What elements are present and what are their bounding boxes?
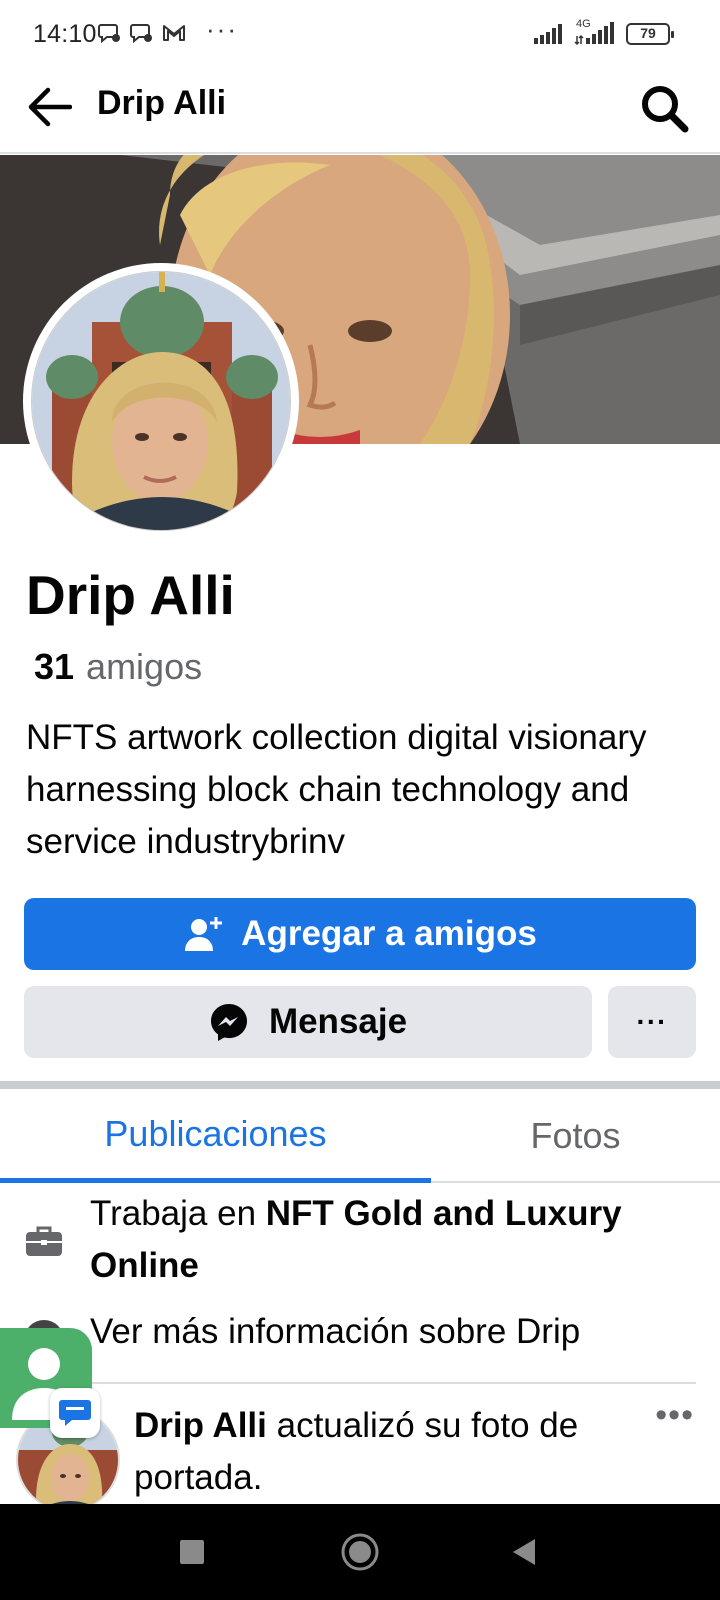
battery-icon: 79 [626, 23, 674, 45]
add-friend-icon [185, 917, 223, 951]
profile-bio: NFTS artwork collection digital visionar… [26, 718, 647, 861]
message-label: Mensaje [268, 1002, 408, 1041]
friends-number: 31 [34, 646, 75, 687]
post-header: Drip Alli actualizó su foto de portada. … [0, 1386, 720, 1504]
square-icon [180, 1540, 204, 1564]
signal-icon [534, 24, 562, 44]
tab-photos[interactable]: Fotos [431, 1089, 720, 1183]
recent-apps-button[interactable] [170, 1530, 214, 1574]
status-time: 14:10 [33, 20, 97, 48]
briefcase-icon [26, 1226, 62, 1256]
network-type: 4G [576, 18, 591, 30]
messenger-icon [210, 1004, 247, 1041]
system-nav-bar [0, 1504, 720, 1600]
add-friend-button[interactable]: Agregar a amigos [24, 898, 696, 970]
tab-posts[interactable]: Publicaciones [0, 1089, 431, 1183]
app-header: Drip Alli [0, 66, 720, 154]
network-signal-icon: 4G [574, 18, 616, 46]
system-icons: 4G 79 [534, 18, 674, 46]
friends-count[interactable]: 31 amigos [34, 646, 202, 688]
profile-avatar[interactable] [23, 263, 299, 539]
search-button[interactable] [634, 78, 694, 138]
home-circle-icon [341, 1533, 379, 1571]
message-button[interactable]: Mensaje [24, 986, 592, 1058]
more-info-row[interactable]: Ver más información sobre Drip [0, 1306, 720, 1382]
back-button[interactable] [22, 80, 76, 134]
post-options-button[interactable]: ••• [655, 1396, 694, 1435]
back-nav-button[interactable] [502, 1530, 546, 1574]
header-title: Drip Alli [97, 84, 227, 122]
profile-name: Drip Alli [26, 564, 235, 626]
home-button[interactable] [338, 1530, 382, 1574]
notification-icons [98, 22, 186, 44]
friends-label: amigos [86, 646, 203, 687]
overflow-dots-icon: ··· [206, 14, 238, 44]
chat-notification-icon [98, 24, 120, 44]
post-author[interactable]: Drip Alli [134, 1406, 267, 1445]
search-icon [642, 86, 689, 133]
more-options-button[interactable]: ··· [608, 986, 696, 1058]
more-info-link[interactable]: Ver más información sobre Drip [90, 1312, 580, 1352]
chat-notification-icon [130, 24, 152, 44]
triangle-back-icon [513, 1539, 535, 1565]
message-bubble-icon [59, 1400, 91, 1426]
gmail-icon [163, 25, 185, 41]
arrow-left-icon [28, 87, 72, 127]
post-text: Drip Alli actualizó su foto de portada. [134, 1400, 634, 1504]
section-divider [0, 1081, 720, 1089]
work-text: Trabaja en NFT Gold and Luxury Online [90, 1188, 700, 1292]
messages-badge[interactable] [50, 1388, 100, 1438]
status-bar: 14:10 ··· 4G 79 [0, 0, 720, 66]
work-prefix: Trabaja en [90, 1194, 266, 1233]
work-info: Trabaja en NFT Gold and Luxury Online [0, 1188, 720, 1288]
post-divider [0, 1382, 696, 1384]
profile-tabs: Publicaciones Fotos [0, 1089, 720, 1183]
add-friend-label: Agregar a amigos [241, 914, 537, 953]
